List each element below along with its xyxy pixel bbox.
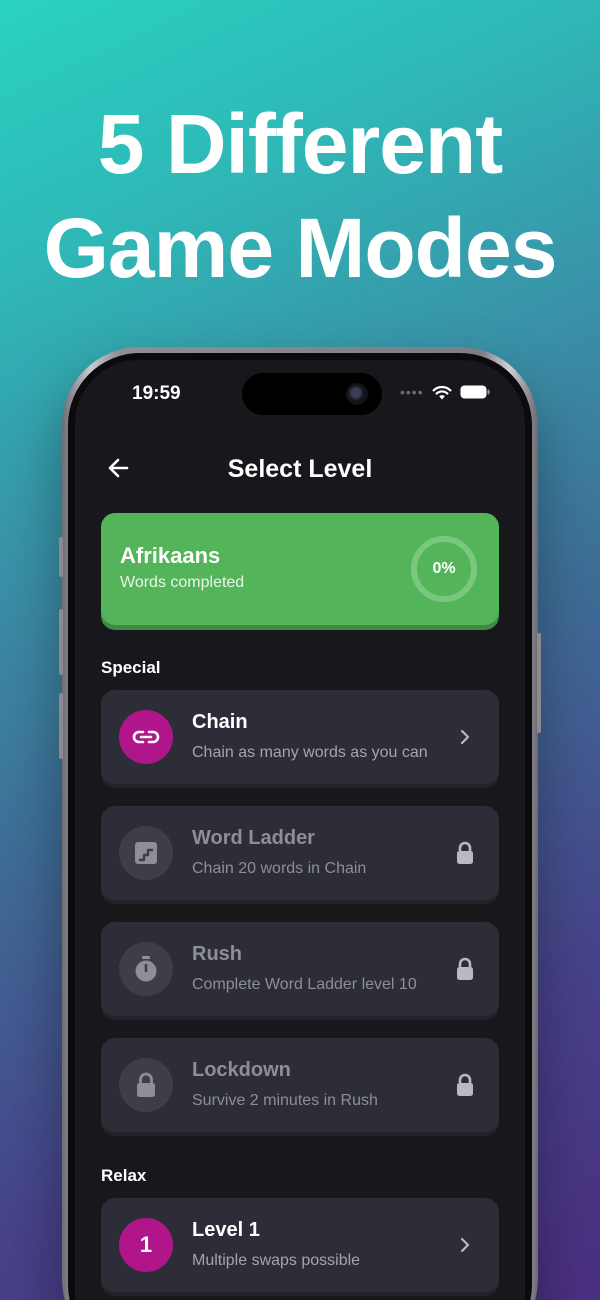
rush-mode-icon: [119, 942, 173, 996]
headline-line-2: Game Modes: [43, 201, 558, 295]
mode-description: Complete Word Ladder level 10: [192, 976, 417, 993]
word-ladder-mode-icon: [119, 826, 173, 880]
dynamic-island: [242, 373, 382, 415]
lock-icon: [137, 1072, 155, 1097]
level-number: 1: [139, 1232, 153, 1257]
wifi-icon: [432, 385, 452, 399]
camera-icon: [346, 383, 368, 405]
stairs-icon: [135, 842, 157, 864]
language-subtitle: Words completed: [120, 574, 245, 591]
language-name: Afrikaans: [120, 543, 221, 568]
mode-title: Level 1: [192, 1219, 260, 1241]
progress-percent: 0%: [432, 560, 456, 577]
language-progress-card[interactable]: Afrikaans Words completed 0%: [101, 513, 499, 625]
mode-title: Lockdown: [192, 1059, 291, 1081]
mode-description: Chain as many words as you can: [192, 744, 428, 761]
phone-frame: 19:59 •••• Select Level Afrikaans Words …: [59, 347, 541, 1300]
level-number-icon: 1: [119, 1218, 173, 1272]
phone-volume-up-button: [59, 609, 63, 675]
headline: 5 Different Game Modes: [0, 92, 600, 300]
battery-icon: [460, 385, 490, 399]
phone-action-button: [59, 537, 63, 577]
status-time: 19:59: [132, 383, 181, 404]
mode-description: Survive 2 minutes in Rush: [192, 1092, 378, 1109]
link-icon: [132, 730, 160, 744]
mode-card-chain[interactable]: Chain Chain as many words as you can: [101, 690, 499, 784]
mode-card-level-1[interactable]: 1 Level 1 Multiple swaps possible: [101, 1198, 499, 1292]
section-label-special: Special: [101, 658, 161, 677]
chevron-right-icon: [453, 725, 477, 749]
chevron-right-icon: [453, 1233, 477, 1257]
mode-title: Word Ladder: [192, 827, 315, 849]
mode-title: Chain: [192, 711, 248, 733]
cellular-dots-icon: ••••: [400, 384, 424, 400]
chain-mode-icon: [119, 710, 173, 764]
phone-screen: 19:59 •••• Select Level Afrikaans Words …: [75, 360, 525, 1300]
mode-description: Chain 20 words in Chain: [192, 860, 367, 877]
mode-card-word-ladder[interactable]: Word Ladder Chain 20 words in Chain: [101, 806, 499, 900]
lock-icon: [453, 841, 477, 865]
mode-description: Multiple swaps possible: [192, 1252, 361, 1269]
headline-line-1: 5 Different: [97, 97, 503, 191]
mode-title: Rush: [192, 943, 242, 965]
page-title: Select Level: [227, 455, 373, 483]
stopwatch-icon: [135, 956, 157, 982]
section-label-relax: Relax: [101, 1166, 147, 1185]
phone-power-button: [537, 633, 541, 733]
mode-card-rush[interactable]: Rush Complete Word Ladder level 10: [101, 922, 499, 1016]
status-icons: ••••: [400, 384, 490, 400]
lock-icon: [453, 957, 477, 981]
lock-icon: [453, 1073, 477, 1097]
phone-volume-down-button: [59, 693, 63, 759]
mode-card-lockdown[interactable]: Lockdown Survive 2 minutes in Rush: [101, 1038, 499, 1132]
lockdown-mode-icon: [119, 1058, 173, 1112]
